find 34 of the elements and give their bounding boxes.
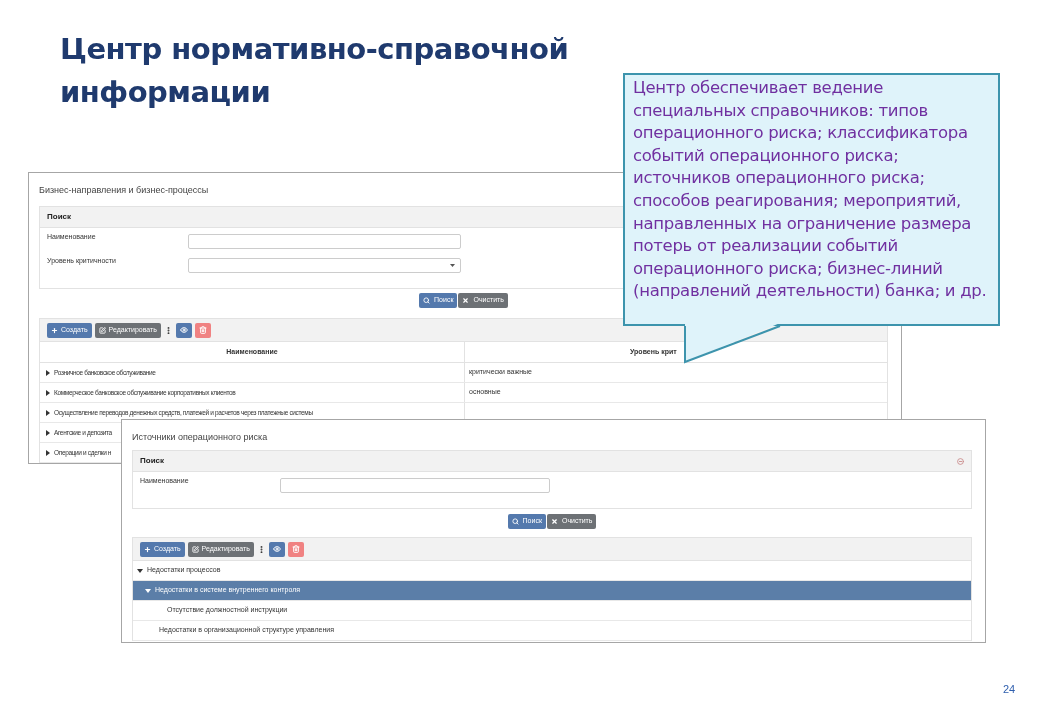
trash-icon: [291, 545, 300, 553]
caret-right-icon[interactable]: [45, 429, 51, 436]
window-title: Бизнес-направления и бизнес-процессы: [39, 184, 210, 197]
caret-right-icon[interactable]: [45, 409, 51, 416]
delete-button[interactable]: [194, 322, 211, 338]
caret-right-icon[interactable]: [45, 449, 51, 456]
plus-icon: [144, 545, 151, 553]
view-button[interactable]: [268, 541, 285, 557]
select-field[interactable]: [188, 258, 461, 273]
caret-right-icon[interactable]: [45, 389, 51, 396]
search-icon: [423, 297, 431, 304]
close-icon: [550, 518, 558, 525]
close-icon: [462, 297, 470, 304]
edit-icon: [98, 326, 106, 334]
caret-down-icon: [450, 264, 455, 267]
panel-title: Поиск: [140, 455, 164, 467]
trash-icon: [198, 326, 207, 334]
caret-down-icon[interactable]: [137, 567, 143, 574]
input-field[interactable]: [188, 234, 461, 249]
delete-button[interactable]: [287, 541, 304, 557]
page-number: 24: [1003, 682, 1016, 697]
search-icon: [511, 518, 519, 525]
callout-text: Центр обеспечивает ведение специальных справочников: типов операционного риска; классификатора событий операционного риска; источников операционного риска; способов реагирования; мероприятий, направленных на ограничение размера потерь от реализации событий операционного риска; бизнес-линий (направлений деятельности) банка; и др.: [633, 77, 988, 303]
minus-circle-icon[interactable]: [957, 457, 964, 465]
input-field[interactable]: [280, 478, 550, 493]
caret-right-icon[interactable]: [45, 369, 51, 376]
edit-icon: [191, 545, 199, 553]
view-button[interactable]: [175, 322, 192, 338]
eye-icon: [272, 545, 281, 553]
plus-icon: [51, 326, 58, 334]
window-title: Источники операционного риска: [132, 431, 269, 444]
eye-icon: [179, 326, 188, 334]
panel-title: Поиск: [47, 211, 71, 223]
slide-title: Центр нормативно-справочной информации: [60, 31, 570, 111]
